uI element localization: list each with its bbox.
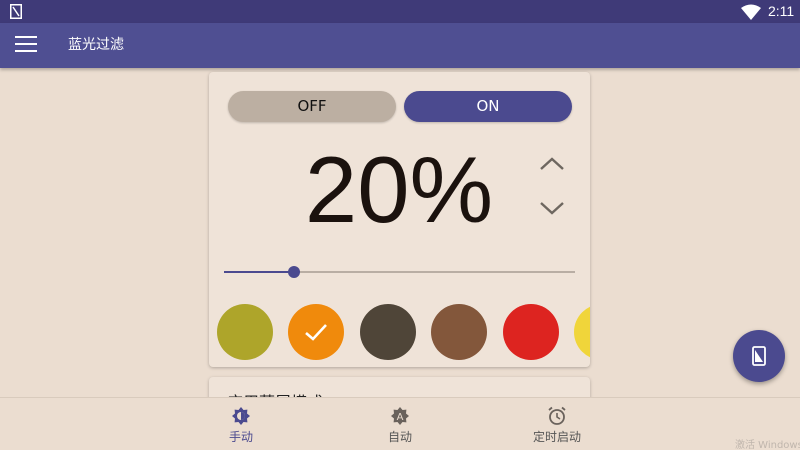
intensity-value: 20% [304,137,494,242]
on-button[interactable]: ON [404,91,572,122]
increase-button[interactable] [539,156,565,172]
bottom-navigation: 手动 A 自动 定时启动 [0,397,800,450]
activation-watermark: 激活 Windows [735,440,800,450]
off-button[interactable]: OFF [228,91,396,122]
page-title: 蓝光过滤 [68,37,124,53]
filter-card: OFF ON 20% [209,72,590,367]
nav-auto-label: 自动 [387,430,412,444]
sim-card-icon [10,4,22,19]
check-icon [305,324,328,341]
menu-button[interactable] [15,36,37,54]
screen-filter-fab[interactable] [733,330,785,382]
nav-schedule[interactable]: 定时启动 [507,398,607,450]
nav-manual-label: 手动 [228,430,253,444]
color-swatch[interactable] [359,304,416,360]
color-swatch[interactable] [217,304,273,360]
decrease-button[interactable] [539,200,565,216]
svg-text:A: A [397,412,404,423]
wifi-icon [741,4,761,20]
menu-icon-line [15,43,37,45]
app-bar: 蓝光过滤 [0,23,800,68]
status-bar: 2:11 [0,0,800,23]
menu-icon-line [15,36,37,38]
auto-icon: A [391,407,409,425]
nav-manual[interactable]: 手动 [191,398,291,450]
intensity-slider[interactable] [224,266,575,278]
status-time: 2:11 [768,3,795,19]
brightness-icon [232,407,250,425]
color-swatch[interactable] [431,304,488,360]
alarm-icon [548,406,566,425]
color-swatches [217,304,590,360]
menu-icon-line [15,50,37,52]
nav-schedule-label: 定时启动 [532,430,581,444]
slider-fill [224,271,295,273]
nav-auto[interactable]: A 自动 [350,398,450,450]
color-swatch[interactable] [574,304,590,360]
color-swatch[interactable] [288,304,345,360]
color-swatch[interactable] [502,304,559,360]
phone-icon [752,346,766,366]
slider-thumb[interactable] [288,266,301,278]
